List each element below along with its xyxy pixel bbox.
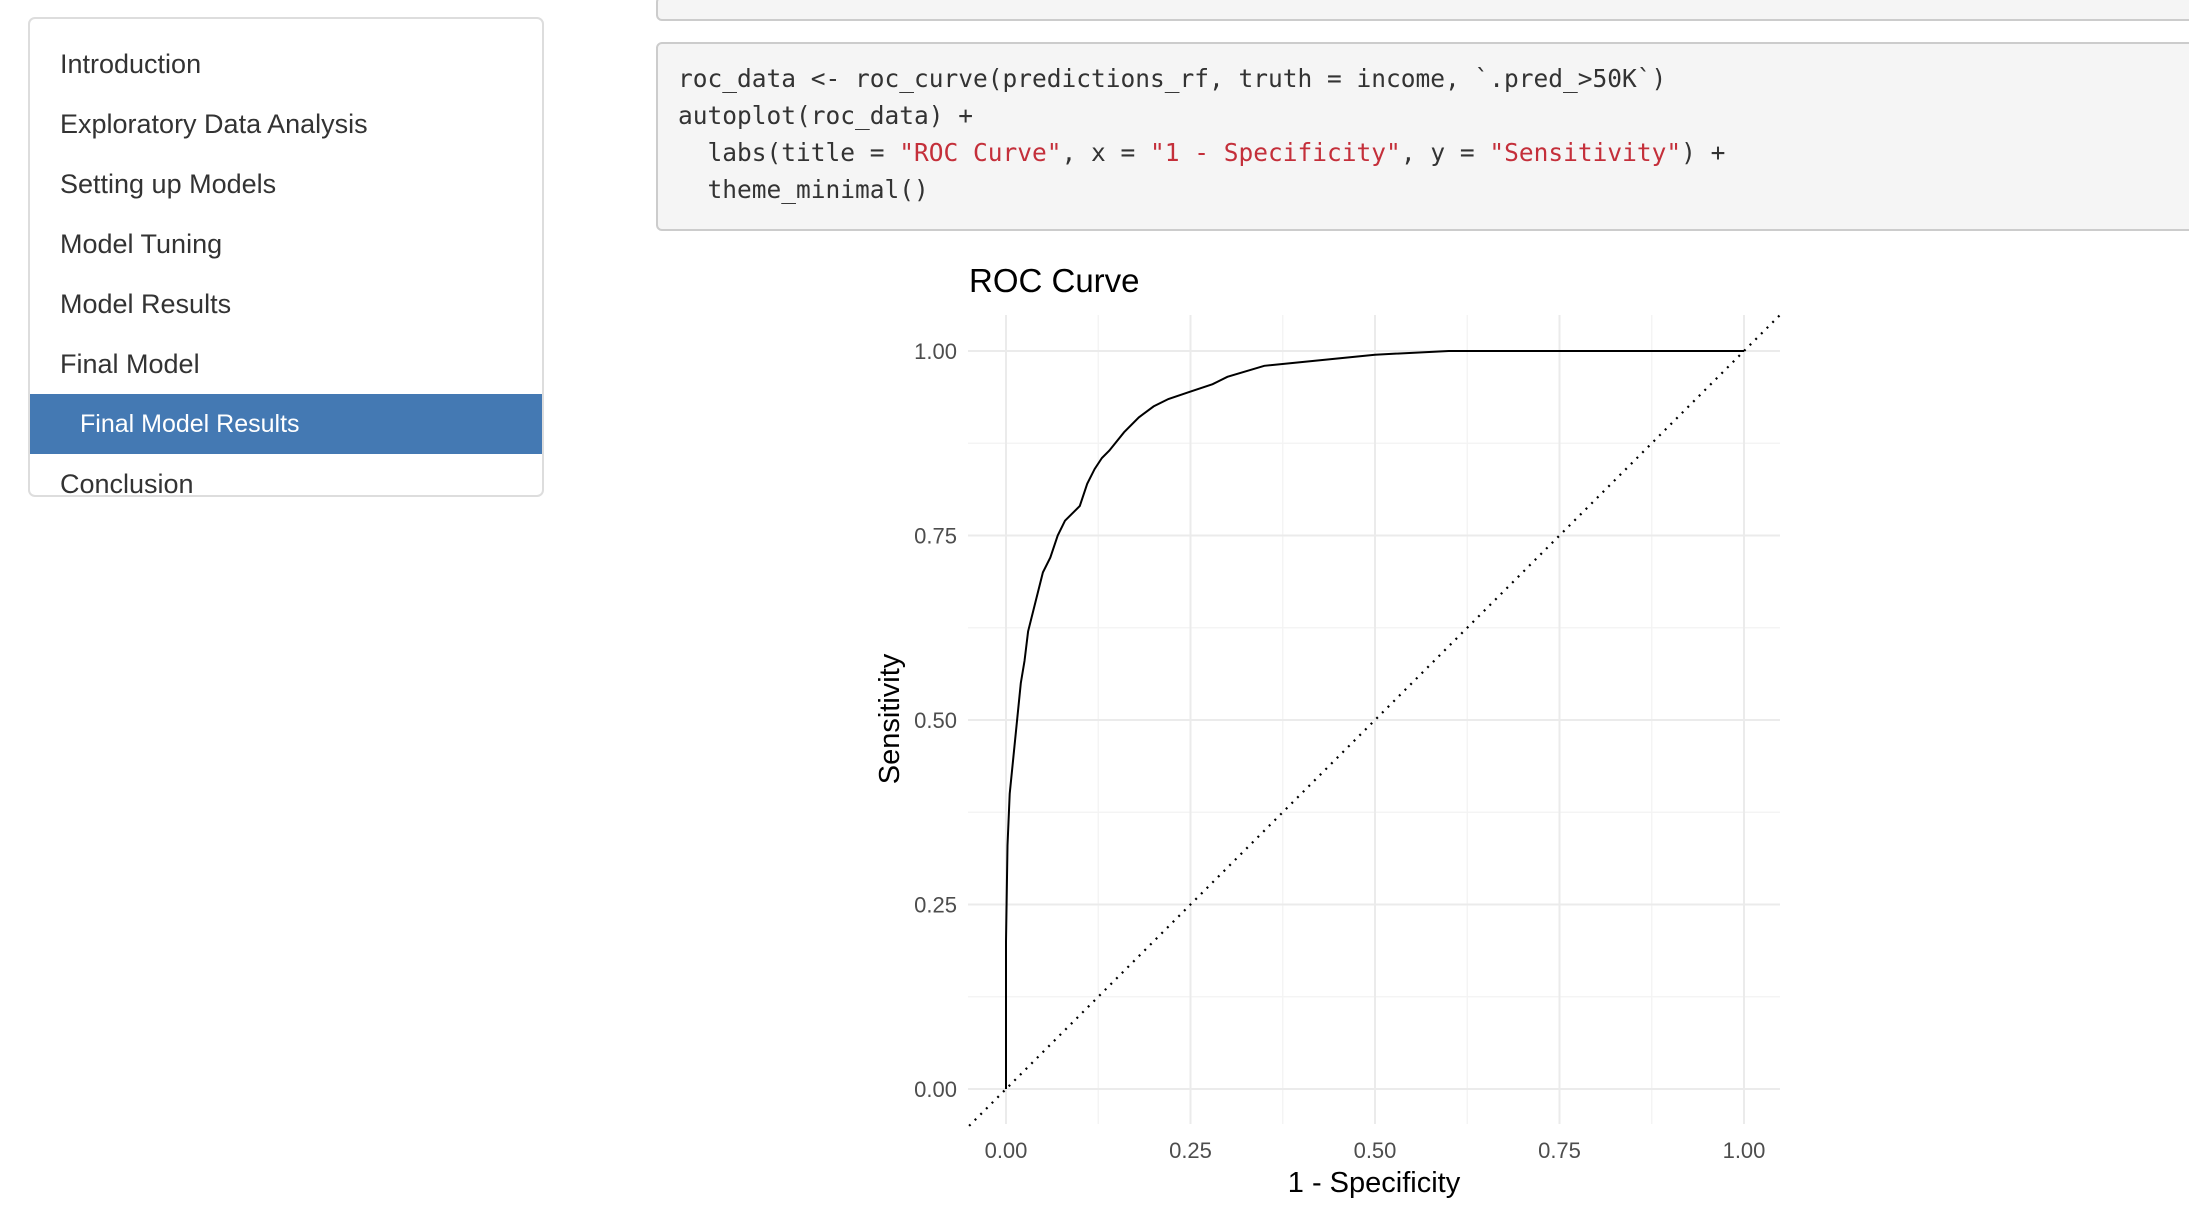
y-tick-label: 0.75	[914, 524, 957, 549]
y-tick-label: 0.50	[914, 708, 957, 733]
y-tick-label: 0.25	[914, 893, 957, 918]
chart-grid	[968, 315, 1780, 1124]
chart-title: ROC Curve	[969, 262, 1140, 299]
x-tick-label: 0.75	[1538, 1138, 1581, 1163]
x-tick-label: 1.00	[1723, 1138, 1766, 1163]
x-axis-label: 1 - Specificity	[1288, 1167, 1461, 1199]
roc-chart: 0.00 0.25 0.50 0.75 1.00 0.00 0.25 0.50 0.75 1.00…	[874, 262, 1782, 1199]
y-tick-label: 1.00	[914, 339, 957, 364]
x-tick-label: 0.00	[985, 1138, 1028, 1163]
x-tick-label: 0.50	[1354, 1138, 1397, 1163]
y-tick-label: 0.00	[914, 1077, 957, 1102]
chart-tick-labels: 0.00 0.25 0.50 0.75 1.00 0.00 0.25 0.50 0.75 1.00	[914, 339, 1765, 1163]
y-axis-label: Sensitivity	[874, 653, 906, 784]
x-tick-label: 0.25	[1169, 1138, 1212, 1163]
